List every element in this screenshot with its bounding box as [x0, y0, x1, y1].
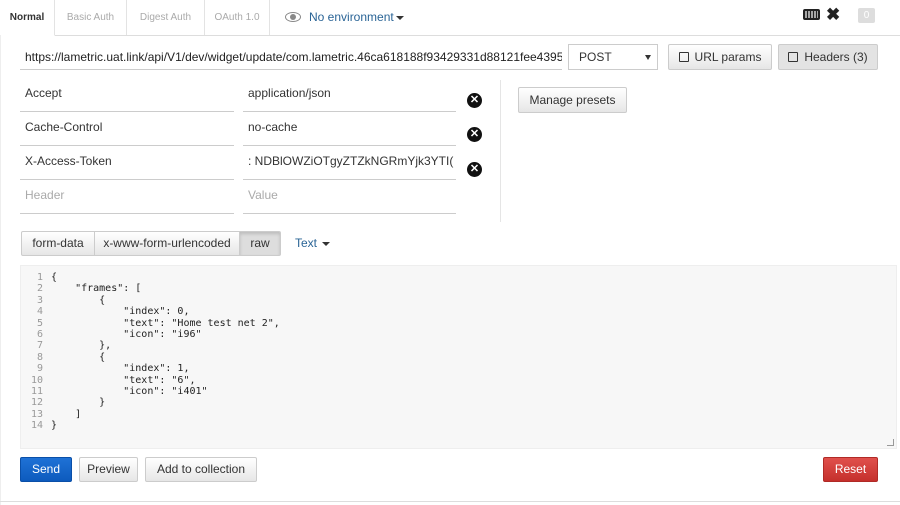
header-value-field[interactable]: : NDBlOWZiOTgyZTZkNGRmYjk3YTI( [243, 146, 456, 180]
edit-icon [678, 51, 689, 62]
new-header-value-input[interactable]: Value [243, 180, 456, 214]
new-header-key-input[interactable]: Header [20, 180, 234, 214]
method-value: POST [579, 50, 612, 64]
tools-icon[interactable]: ✖ [826, 5, 840, 25]
remove-header-icon[interactable]: ✕ [467, 93, 482, 108]
reset-button[interactable]: Reset [823, 457, 878, 482]
count-badge[interactable]: 0 [858, 8, 875, 23]
header-key-field[interactable]: Cache-Control [20, 112, 234, 146]
raw-body-editor[interactable]: 1 2 3 4 5 6 7 8 9 10 11 12 13 14 { "fram… [20, 265, 897, 449]
divider [500, 80, 501, 222]
resize-handle-icon[interactable] [887, 439, 894, 446]
preview-button[interactable]: Preview [79, 457, 138, 482]
remove-header-icon[interactable]: ✕ [467, 162, 482, 177]
raw-type-label: Text [295, 236, 318, 250]
method-select[interactable]: POST [568, 44, 658, 70]
bottom-border [0, 501, 900, 502]
line-numbers: 1 2 3 4 5 6 7 8 9 10 11 12 13 14 [30, 272, 43, 432]
body-mode-form-data[interactable]: form-data [21, 231, 95, 256]
chevron-down-icon [395, 15, 404, 20]
body-mode-urlencoded[interactable]: x-www-form-urlencoded [94, 231, 240, 256]
select-arrow-icon [645, 55, 651, 60]
url-params-label: URL params [694, 50, 762, 64]
header-key-field[interactable]: Accept [20, 78, 234, 112]
add-to-collection-button[interactable]: Add to collection [145, 457, 257, 482]
chevron-down-icon [322, 241, 331, 246]
url-input[interactable]: https://lametric.uat.link/api/V1/dev/wid… [20, 44, 562, 70]
manage-presets-button[interactable]: Manage presets [518, 87, 627, 113]
header-value-field[interactable]: application/json [243, 78, 456, 112]
raw-type-selector[interactable]: Text [295, 231, 331, 256]
edit-icon [788, 51, 799, 62]
tab-digest-auth[interactable]: Digest Auth [127, 0, 205, 35]
headers-button[interactable]: Headers (3) [778, 44, 878, 70]
tab-normal[interactable]: Normal [0, 0, 55, 36]
environment-label: No environment [309, 10, 394, 24]
auth-tab-bar: Normal Basic Auth Digest Auth OAuth 1.0 [0, 0, 900, 36]
tab-oauth[interactable]: OAuth 1.0 [205, 0, 270, 35]
eye-icon[interactable] [285, 11, 301, 22]
code-content[interactable]: { "frames": [ { "index": 0, "text": "Hom… [51, 272, 280, 432]
left-border [0, 35, 1, 505]
tab-basic-auth[interactable]: Basic Auth [55, 0, 127, 35]
body-mode-raw[interactable]: raw [239, 231, 281, 256]
send-button[interactable]: Send [20, 457, 72, 482]
remove-header-icon[interactable]: ✕ [467, 127, 482, 142]
keyboard-icon[interactable] [803, 9, 820, 20]
header-key-field[interactable]: X-Access-Token [20, 146, 234, 180]
header-value-field[interactable]: no-cache [243, 112, 456, 146]
url-params-button[interactable]: URL params [668, 44, 772, 70]
environment-selector[interactable]: No environment [285, 0, 404, 35]
headers-label: Headers (3) [804, 50, 868, 64]
